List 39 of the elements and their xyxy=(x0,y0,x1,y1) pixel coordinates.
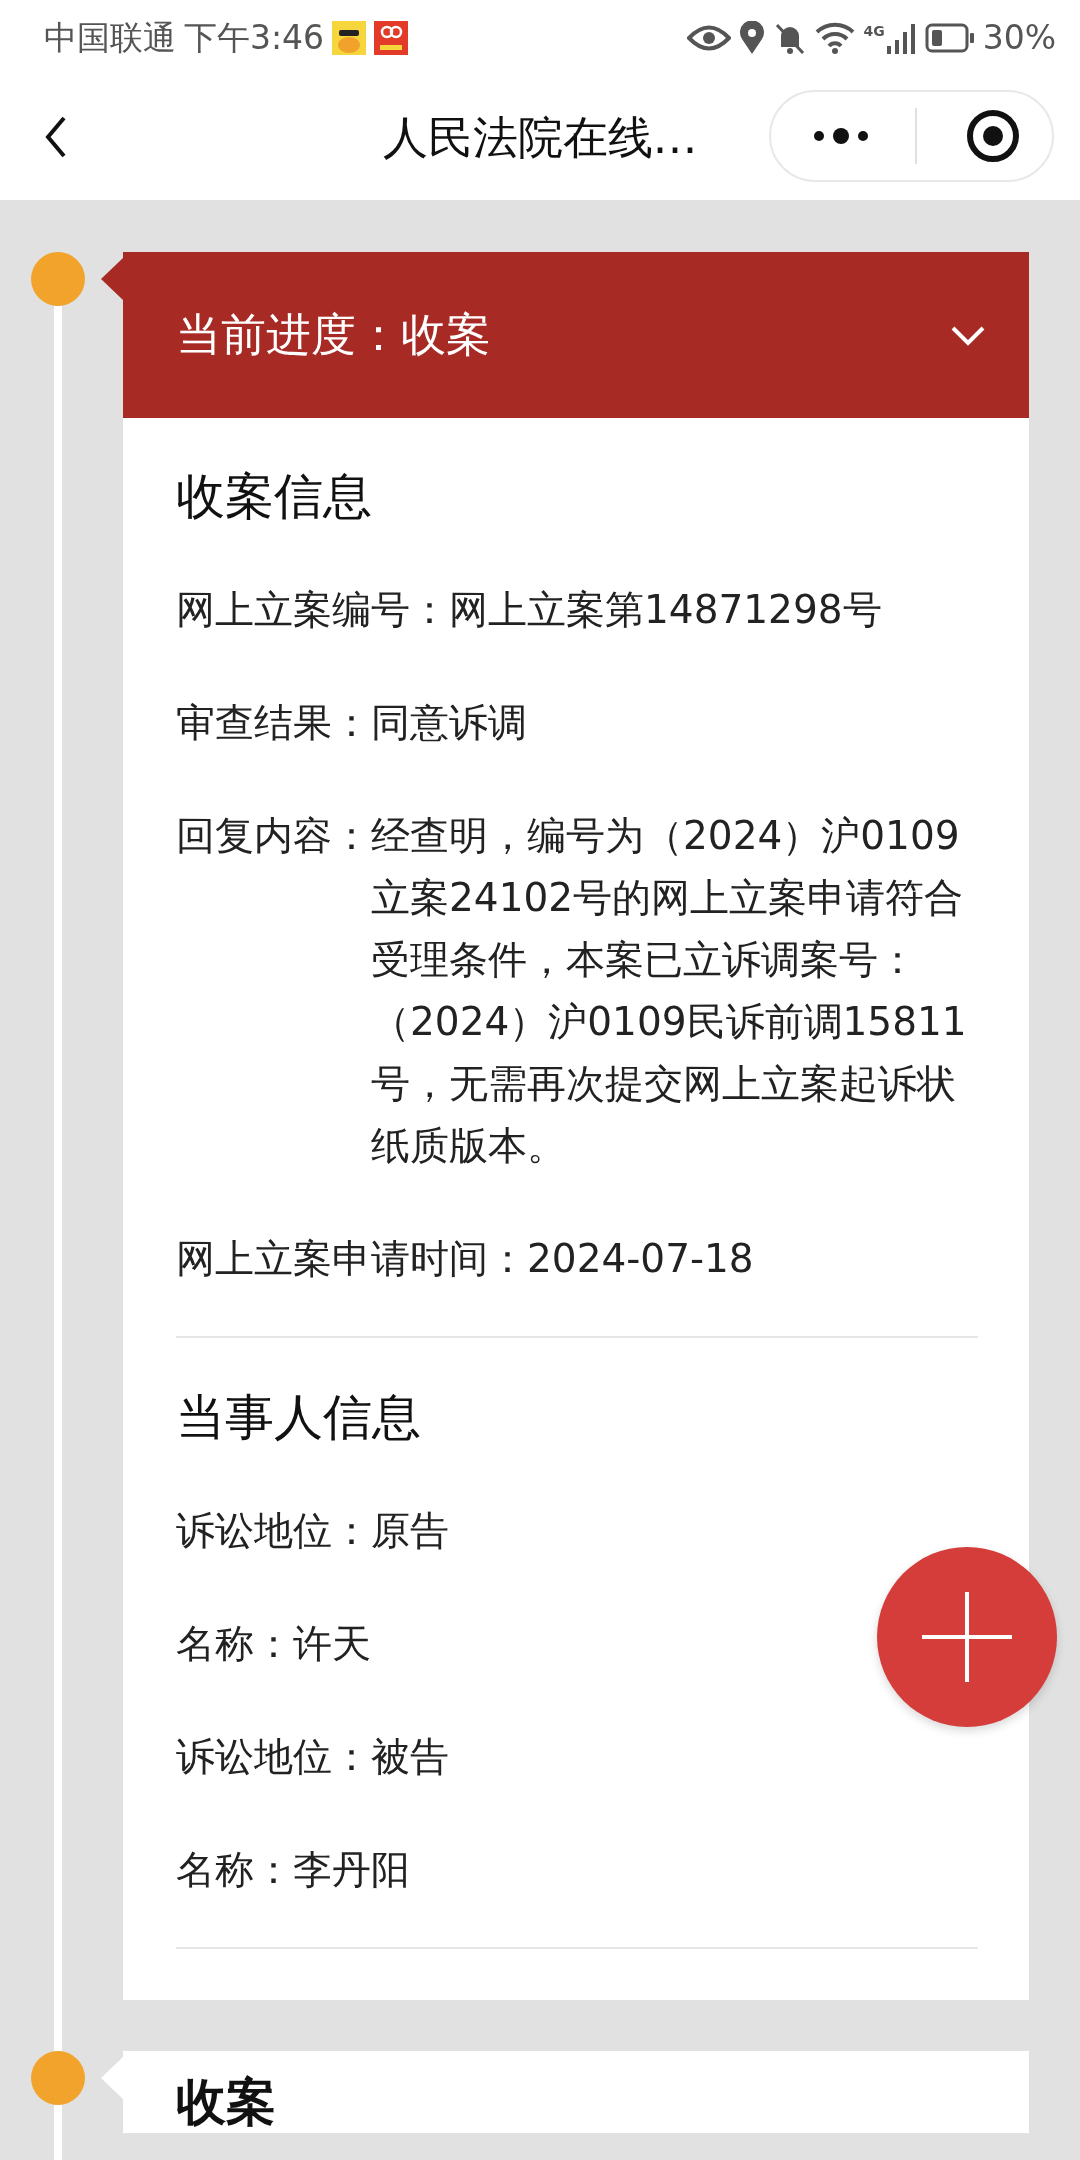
progress-label: 当前进度： xyxy=(176,307,401,364)
field-value: 网上立案第14871298号 xyxy=(449,586,882,634)
location-icon xyxy=(739,20,766,55)
progress-stage: 收案 xyxy=(401,307,491,364)
field-label: 审查结果： xyxy=(176,699,371,747)
clock-text: 下午3:46 xyxy=(184,16,325,59)
field-label: 网上立案编号： xyxy=(176,586,449,634)
plus-icon xyxy=(922,1592,1012,1682)
field-value: 被告 xyxy=(371,1733,449,1781)
back-icon[interactable] xyxy=(44,115,68,159)
carrier-text: 中国联通 xyxy=(44,16,176,59)
field-value: 同意诉调 xyxy=(371,699,527,747)
field-label: 回复内容： xyxy=(176,812,371,860)
field-value: 经查明，编号为（2024）沪0109立案24102号的网上立案申请符合受理条件，本案已立诉调案号：（2024）沪0109民诉前调15811号，无需再次提交网上立案起诉状纸质版本。 xyxy=(371,812,968,1170)
wifi-icon xyxy=(815,21,856,54)
field-value: 李丹阳 xyxy=(293,1846,410,1894)
timeline-dot xyxy=(30,2051,85,2105)
field-label: 诉讼地位： xyxy=(176,1733,371,1781)
progress-header[interactable]: 当前进度：收案 xyxy=(123,252,1029,418)
field-value: 原告 xyxy=(371,1507,449,1555)
more-icon[interactable] xyxy=(811,128,871,144)
field-label: 诉讼地位： xyxy=(176,1507,371,1555)
field-label: 名称： xyxy=(176,1620,293,1668)
field-value: 2024-07-18 xyxy=(527,1235,754,1283)
app-notification-icon xyxy=(374,20,409,55)
field-label: 网上立案申请时间： xyxy=(176,1235,527,1283)
timeline-dot xyxy=(30,252,85,306)
battery-icon xyxy=(924,22,975,53)
field-label: 名称： xyxy=(176,1846,293,1894)
signal-icon xyxy=(886,21,917,54)
section-title: 当事人信息 xyxy=(176,1388,422,1448)
section-title: 收案信息 xyxy=(176,467,373,527)
app-notification-icon xyxy=(332,20,367,55)
step-title: 收案 xyxy=(175,2072,277,2133)
page-title: 人民法院在线… xyxy=(382,109,698,166)
battery-percent-text: 30% xyxy=(982,16,1056,59)
close-target-icon[interactable] xyxy=(966,109,1020,163)
field-value: 许天 xyxy=(293,1620,371,1668)
network-type-text: 4G xyxy=(863,21,885,41)
